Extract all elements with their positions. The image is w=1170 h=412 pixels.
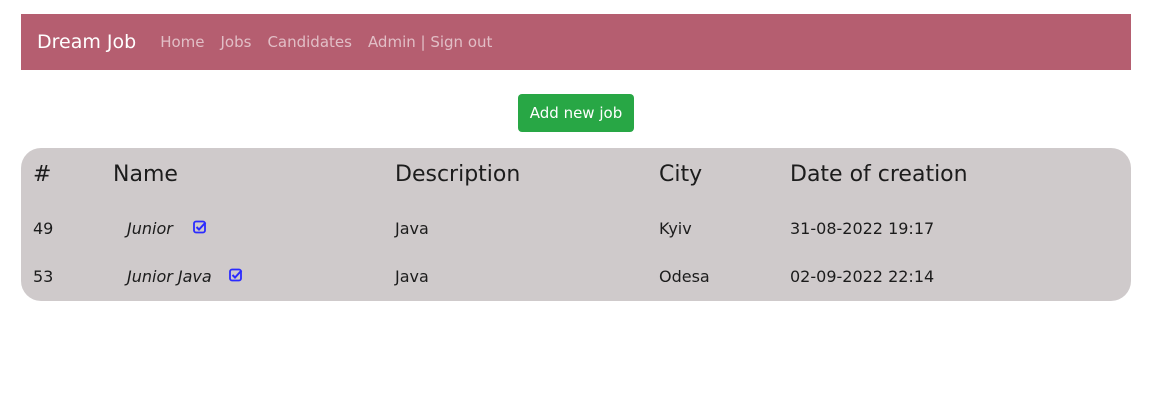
header-description: Description — [395, 162, 521, 187]
navbar: Dream Job Home Jobs Candidates Admin | S… — [21, 14, 1131, 70]
row-name: Junior Java — [127, 267, 212, 286]
nav-link-jobs[interactable]: Jobs — [221, 33, 252, 51]
brand-link[interactable]: Dream Job — [37, 31, 136, 53]
header-number: # — [33, 162, 52, 187]
check-square-icon[interactable] — [193, 220, 207, 234]
row-date: 31-08-2022 19:17 — [790, 219, 935, 238]
row-description: Java — [395, 219, 429, 238]
nav-link-candidates[interactable]: Candidates — [267, 33, 352, 51]
header-city: City — [659, 162, 703, 187]
row-id: 53 — [33, 267, 54, 286]
nav-link-home[interactable]: Home — [160, 33, 204, 51]
row-name: Junior — [127, 219, 173, 238]
row-id: 49 — [33, 219, 54, 238]
header-date: Date of creation — [790, 162, 968, 187]
row-city: Odesa — [659, 267, 710, 286]
check-square-icon[interactable] — [229, 268, 243, 282]
add-new-job-button[interactable]: Add new job — [518, 94, 634, 132]
row-city: Kyiv — [659, 219, 692, 238]
jobs-table: # Name Description City Date of creation… — [21, 148, 1131, 301]
nav-link-admin-signout[interactable]: Admin | Sign out — [368, 33, 492, 51]
row-date: 02-09-2022 22:14 — [790, 267, 935, 286]
row-description: Java — [395, 267, 429, 286]
nav-links: Home Jobs Candidates Admin | Sign out — [160, 33, 508, 51]
header-name: Name — [113, 162, 178, 187]
